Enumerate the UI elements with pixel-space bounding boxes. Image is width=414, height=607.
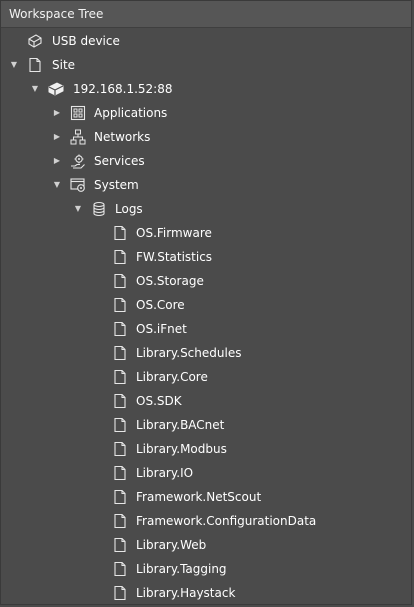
log-item[interactable]: Library.IO: [1, 461, 411, 485]
tree-item-device[interactable]: ▼ 192.168.1.52:88: [1, 77, 411, 101]
log-item-label: Library.Schedules: [136, 346, 242, 360]
log-document-icon: [112, 393, 128, 409]
log-item-label: Library.Haystack: [136, 586, 236, 600]
tree-item-networks[interactable]: ▶ Networks: [1, 125, 411, 149]
log-item[interactable]: OS.Core: [1, 293, 411, 317]
system-window-gear-icon: [70, 177, 86, 193]
log-document-icon: [112, 273, 128, 289]
chevron-down-icon[interactable]: ▼: [72, 197, 84, 221]
log-item-label: FW.Statistics: [136, 250, 213, 264]
log-item[interactable]: OS.SDK: [1, 389, 411, 413]
log-item[interactable]: Library.Tagging: [1, 557, 411, 581]
log-item-label: Library.Core: [136, 370, 208, 384]
log-item[interactable]: Framework.ConfigurationData: [1, 509, 411, 533]
workspace-tree: USB device ▼ Site ▼ 192.168.1.52:88 ▶ Ap…: [1, 28, 411, 605]
log-item-label: OS.SDK: [136, 394, 182, 408]
tree-item-label: Networks: [94, 130, 151, 144]
log-item[interactable]: Library.Core: [1, 365, 411, 389]
log-item-label: Library.Web: [136, 538, 207, 552]
tree-item-label: Applications: [94, 106, 168, 120]
log-item[interactable]: OS.Firmware: [1, 221, 411, 245]
services-gear-icon: [70, 153, 86, 169]
log-document-icon: [112, 321, 128, 337]
tree-item-label: 192.168.1.52:88: [73, 82, 173, 96]
panel-title: Workspace Tree: [1, 1, 411, 28]
chevron-right-icon[interactable]: ▶: [51, 149, 63, 173]
logs-database-icon: [91, 201, 107, 217]
log-item[interactable]: Library.Web: [1, 533, 411, 557]
tree-item-logs[interactable]: ▼ Logs: [1, 197, 411, 221]
log-item-label: OS.Firmware: [136, 226, 212, 240]
log-items-list: OS.Firmware FW.Statistics OS.Storage OS.…: [1, 221, 411, 605]
tree-item-usb-device[interactable]: USB device: [1, 29, 411, 53]
log-item-label: OS.Core: [136, 298, 185, 312]
log-item-label: Library.Modbus: [136, 442, 227, 456]
log-item-label: OS.Storage: [136, 274, 204, 288]
log-item[interactable]: Library.Modbus: [1, 437, 411, 461]
tree-item-label: Site: [52, 58, 76, 72]
log-document-icon: [112, 345, 128, 361]
log-item[interactable]: FW.Statistics: [1, 245, 411, 269]
log-document-icon: [112, 465, 128, 481]
chevron-down-icon[interactable]: ▼: [51, 173, 63, 197]
log-document-icon: [112, 561, 128, 577]
log-item-label: Framework.ConfigurationData: [136, 514, 317, 528]
log-document-icon: [112, 417, 128, 433]
log-item-label: Library.BACnet: [136, 418, 225, 432]
log-item-label: OS.iFnet: [136, 322, 187, 336]
log-document-icon: [112, 297, 128, 313]
workspace-tree-panel: Workspace Tree USB device ▼ Site ▼ 192.1…: [0, 0, 412, 605]
tree-item-label: System: [94, 178, 139, 192]
log-document-icon: [112, 441, 128, 457]
log-document-icon: [112, 585, 128, 601]
log-document-icon: [112, 249, 128, 265]
log-item-label: Library.Tagging: [136, 562, 227, 576]
tree-item-label: Logs: [115, 202, 143, 216]
log-item[interactable]: Library.Schedules: [1, 341, 411, 365]
tree-item-applications[interactable]: ▶ Applications: [1, 101, 411, 125]
networks-hierarchy-icon: [70, 129, 86, 145]
log-item[interactable]: OS.iFnet: [1, 317, 411, 341]
log-item[interactable]: Library.BACnet: [1, 413, 411, 437]
log-item-label: Framework.NetScout: [136, 490, 262, 504]
tree-item-system[interactable]: ▼ System: [1, 173, 411, 197]
log-document-icon: [112, 513, 128, 529]
log-item[interactable]: OS.Storage: [1, 269, 411, 293]
applications-grid-icon: [70, 105, 86, 121]
site-document-icon: [27, 57, 43, 73]
chevron-down-icon[interactable]: ▼: [29, 77, 41, 101]
tree-item-label: USB device: [52, 34, 120, 48]
log-item[interactable]: Framework.NetScout: [1, 485, 411, 509]
chevron-down-icon[interactable]: ▼: [8, 53, 20, 77]
log-item[interactable]: Library.Haystack: [1, 581, 411, 605]
tree-item-site[interactable]: ▼ Site: [1, 53, 411, 77]
controller-device-icon: [48, 81, 64, 97]
tree-item-services[interactable]: ▶ Services: [1, 149, 411, 173]
usb-device-icon: [27, 33, 43, 49]
chevron-right-icon[interactable]: ▶: [51, 125, 63, 149]
log-document-icon: [112, 369, 128, 385]
tree-item-label: Services: [94, 154, 145, 168]
log-document-icon: [112, 537, 128, 553]
log-document-icon: [112, 489, 128, 505]
chevron-right-icon[interactable]: ▶: [51, 101, 63, 125]
log-item-label: Library.IO: [136, 466, 194, 480]
log-document-icon: [112, 225, 128, 241]
